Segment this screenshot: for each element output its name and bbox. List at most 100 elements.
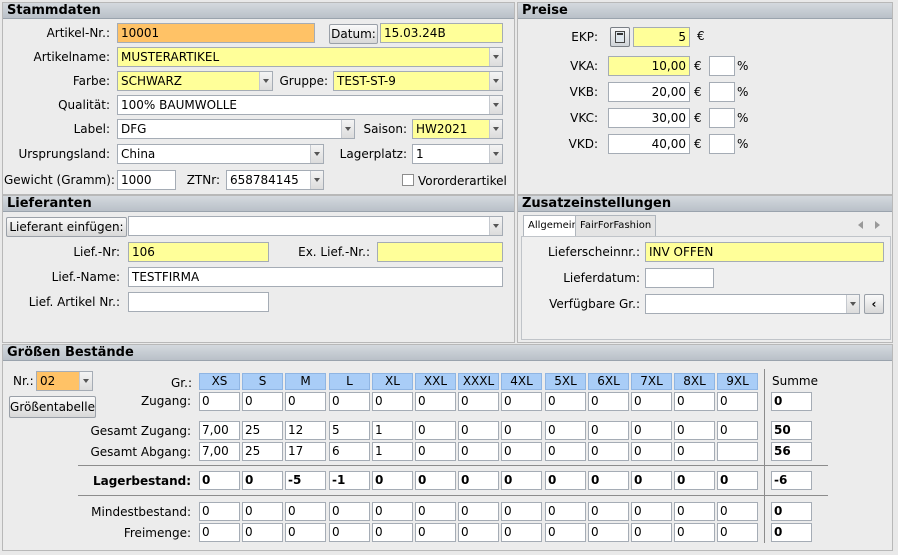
zugang-cell[interactable]: 0 [674,392,715,411]
vkb-field[interactable]: 20,00 [608,82,690,102]
gesamt-zugang-cell[interactable]: 0 [458,421,499,440]
zugang-cell[interactable]: 0 [242,392,283,411]
qualitaet-select[interactable]: 100% BAUMWOLLE [117,95,503,115]
mindestbestand-cell[interactable]: 0 [285,502,326,521]
chevron-down-icon[interactable] [489,72,502,90]
lagerbestand-cell[interactable]: 0 [674,471,715,490]
mindestbestand-cell[interactable]: 0 [458,502,499,521]
zugang-cell[interactable]: 0 [588,392,629,411]
tab-scroll-left-icon[interactable] [858,221,863,229]
freimenge-cell[interactable]: 0 [631,523,672,542]
chevron-down-icon[interactable] [489,48,502,66]
freimenge-cell[interactable]: 0 [242,523,283,542]
lagerbestand-cell[interactable]: 0 [588,471,629,490]
mindestbestand-cell[interactable]: 0 [372,502,413,521]
freimenge-cell[interactable]: 0 [501,523,542,542]
tab-allgemein[interactable]: Allgemein [523,215,583,236]
tab-fairforfashion[interactable]: FairForFashion [575,215,657,236]
freimenge-cell[interactable]: 0 [588,523,629,542]
zugang-cell[interactable]: 0 [545,392,586,411]
freimenge-cell[interactable]: 0 [329,523,370,542]
freimenge-cell[interactable]: 0 [199,523,240,542]
artikel-nr-field[interactable]: 10001 [117,23,315,43]
vkc-percent-field[interactable] [709,108,735,128]
gesamt-abgang-cell[interactable]: 1 [372,442,413,461]
vkd-field[interactable]: 40,00 [608,134,690,154]
chevron-down-icon[interactable] [310,171,323,189]
gesamt-abgang-cell[interactable] [717,442,758,461]
zugang-cell[interactable]: 0 [631,392,672,411]
gesamt-abgang-cell[interactable]: 17 [285,442,326,461]
mindestbestand-cell[interactable]: 0 [545,502,586,521]
gesamt-zugang-cell[interactable]: 0 [588,421,629,440]
gesamt-zugang-cell[interactable]: 0 [415,421,456,440]
lagerbestand-cell[interactable]: 0 [415,471,456,490]
lagerbestand-cell[interactable]: 0 [372,471,413,490]
lief-artikel-field[interactable] [128,292,269,312]
ursprungsland-select[interactable]: China [117,144,324,164]
freimenge-cell[interactable]: 0 [458,523,499,542]
chevron-down-icon[interactable] [489,96,502,114]
zugang-cell[interactable]: 0 [717,392,758,411]
lieferant-einfuegen-button[interactable]: Lieferant einfügen: [6,217,127,237]
gruppe-select[interactable]: TEST-ST-9 [333,71,503,91]
label-select[interactable]: DFG [117,119,355,139]
gesamt-abgang-cell[interactable]: 0 [588,442,629,461]
lagerbestand-cell[interactable]: -5 [285,471,326,490]
chevron-down-icon[interactable] [341,120,354,138]
gesamt-zugang-cell[interactable]: 12 [285,421,326,440]
artikelname-field[interactable]: MUSTERARTIKEL [117,47,503,67]
lagerbestand-cell[interactable]: -1 [329,471,370,490]
datum-button[interactable]: Datum: [329,24,378,44]
vkc-field[interactable]: 30,00 [608,108,690,128]
mindestbestand-cell[interactable]: 0 [199,502,240,521]
mindestbestand-cell[interactable]: 0 [717,502,758,521]
mindestbestand-cell[interactable]: 0 [631,502,672,521]
gesamt-abgang-cell[interactable]: 25 [242,442,283,461]
mindestbestand-cell[interactable]: 0 [415,502,456,521]
freimenge-cell[interactable]: 0 [545,523,586,542]
zugang-cell[interactable]: 0 [329,392,370,411]
chevron-down-icon[interactable] [846,295,859,313]
freimenge-cell[interactable]: 0 [372,523,413,542]
vkd-percent-field[interactable] [709,134,735,154]
lagerbestand-cell[interactable]: 0 [199,471,240,490]
lagerbestand-cell[interactable]: 0 [458,471,499,490]
mindestbestand-cell[interactable]: 0 [588,502,629,521]
farbe-select[interactable]: SCHWARZ [117,71,273,91]
nr-select[interactable]: 02 [36,371,93,391]
gesamt-abgang-cell[interactable]: 0 [458,442,499,461]
verfuegbare-select[interactable] [645,294,860,314]
chevron-left-icon[interactable]: ‹ [864,294,884,314]
vkb-percent-field[interactable] [709,82,735,102]
mindestbestand-cell[interactable]: 0 [674,502,715,521]
ztnr-select[interactable]: 658784145 [226,170,324,190]
calculator-icon[interactable] [610,27,630,47]
gesamt-zugang-cell[interactable]: 7,00 [199,421,240,440]
gesamt-abgang-cell[interactable]: 7,00 [199,442,240,461]
zugang-cell[interactable]: 0 [285,392,326,411]
gesamt-zugang-cell[interactable]: 25 [242,421,283,440]
gesamt-abgang-cell[interactable]: 0 [415,442,456,461]
ex-lief-nr-field[interactable] [377,242,503,262]
zugang-cell[interactable]: 0 [372,392,413,411]
zugang-cell[interactable]: 0 [199,392,240,411]
gesamt-abgang-cell[interactable]: 0 [674,442,715,461]
lagerbestand-cell[interactable]: 0 [545,471,586,490]
mindestbestand-cell[interactable]: 0 [501,502,542,521]
gesamt-zugang-cell[interactable]: 0 [545,421,586,440]
vka-percent-field[interactable] [709,56,735,76]
ekp-field[interactable]: 5 [633,27,690,47]
zugang-cell[interactable]: 0 [415,392,456,411]
chevron-down-icon[interactable] [489,145,502,163]
datum-field[interactable]: 15.03.24B [380,23,503,43]
lieferant-select[interactable] [128,216,503,236]
lief-name-field[interactable]: TESTFIRMA [128,267,503,287]
tab-scroll-right-icon[interactable] [875,221,880,229]
gesamt-zugang-cell[interactable]: 0 [674,421,715,440]
lagerbestand-cell[interactable]: 0 [242,471,283,490]
mindestbestand-cell[interactable]: 0 [242,502,283,521]
lagerbestand-cell[interactable]: 0 [717,471,758,490]
chevron-down-icon[interactable] [489,120,502,138]
gesamt-zugang-cell[interactable]: 5 [329,421,370,440]
